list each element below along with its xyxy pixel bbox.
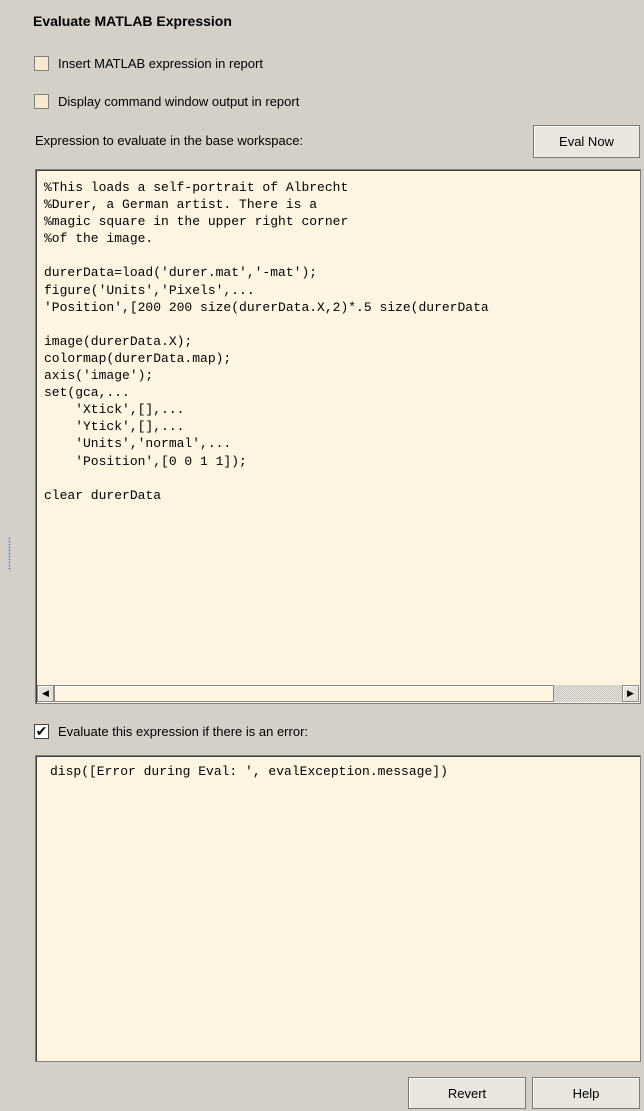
- insert-expression-label: Insert MATLAB expression in report: [58, 55, 263, 71]
- revert-button[interactable]: Revert: [408, 1077, 526, 1109]
- scroll-left-icon[interactable]: ◀: [37, 685, 54, 702]
- expression-label: Expression to evaluate in the base works…: [35, 133, 304, 148]
- evaluate-matlab-expression-panel: Evaluate MATLAB Expression Insert MATLAB…: [0, 0, 644, 1111]
- error-eval-checkbox[interactable]: ✔: [34, 722, 49, 739]
- expression-editor[interactable]: %This loads a self-portrait of Albrecht …: [35, 169, 641, 704]
- resize-grip-icon[interactable]: [8, 537, 11, 571]
- scroll-track[interactable]: [54, 685, 622, 702]
- error-expression-code[interactable]: disp([Error during Eval: ', evalExceptio…: [50, 763, 448, 780]
- scroll-right-icon[interactable]: ▶: [622, 685, 639, 702]
- display-output-checkbox[interactable]: [34, 93, 49, 109]
- scroll-thumb[interactable]: [54, 685, 554, 702]
- error-expression-editor[interactable]: disp([Error during Eval: ', evalExceptio…: [35, 755, 641, 1062]
- display-output-label: Display command window output in report: [58, 93, 300, 109]
- error-eval-label: Evaluate this expression if there is an …: [58, 723, 309, 739]
- error-eval-option[interactable]: ✔ Evaluate this expression if there is a…: [34, 722, 308, 740]
- insert-expression-checkbox[interactable]: [34, 55, 49, 71]
- expression-code[interactable]: %This loads a self-portrait of Albrecht …: [44, 179, 489, 504]
- display-output-option[interactable]: Display command window output in report: [34, 92, 299, 110]
- eval-now-button[interactable]: Eval Now: [533, 125, 640, 158]
- help-button[interactable]: Help: [532, 1077, 640, 1109]
- checkmark-icon: ✔: [35, 722, 48, 739]
- insert-expression-option[interactable]: Insert MATLAB expression in report: [34, 54, 263, 72]
- panel-title: Evaluate MATLAB Expression: [33, 13, 232, 29]
- horizontal-scrollbar[interactable]: ◀ ▶: [37, 685, 639, 702]
